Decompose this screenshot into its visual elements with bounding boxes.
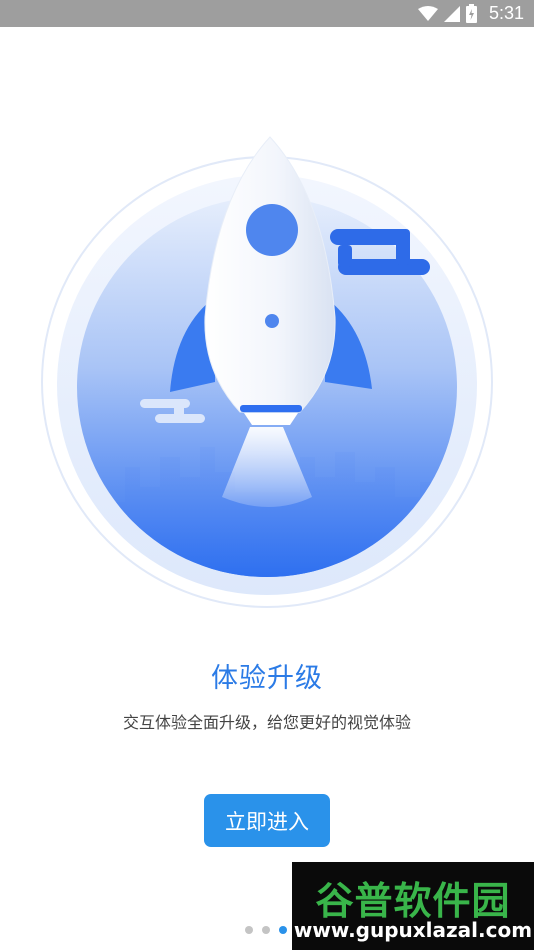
wifi-icon — [417, 5, 438, 21]
page-title: 体验升级 — [211, 663, 323, 694]
page-subtitle: 交互体验全面升级，给您更好的视觉体验 — [122, 713, 411, 732]
watermark-logo: 谷普软件园 www.gupuxlazal.com — [292, 862, 534, 950]
watermark-title: 谷普软件园 — [315, 879, 511, 923]
rocket-window — [246, 204, 298, 256]
enter-now-button[interactable]: 立即进入 — [204, 794, 330, 847]
status-bar: 5:31 — [0, 0, 534, 27]
watermark-url: www.gupuxlazal.com — [293, 918, 533, 942]
status-time: 5:31 — [488, 3, 524, 23]
status-icons: 5:31 — [417, 2, 524, 25]
page-dot-3-active[interactable] — [279, 926, 287, 934]
rocket-body — [204, 136, 336, 413]
page-dot-1[interactable] — [245, 926, 253, 934]
rocket-nozzle — [244, 413, 298, 425]
rocket-launch-illustration — [0, 27, 534, 617]
rocket-base-stripe — [240, 405, 302, 412]
page-dot-2[interactable] — [262, 926, 270, 934]
battery-charging-icon — [465, 4, 477, 23]
page-indicator — [245, 926, 287, 934]
rocket-dot — [265, 314, 279, 328]
cellular-signal-icon — [443, 5, 460, 22]
